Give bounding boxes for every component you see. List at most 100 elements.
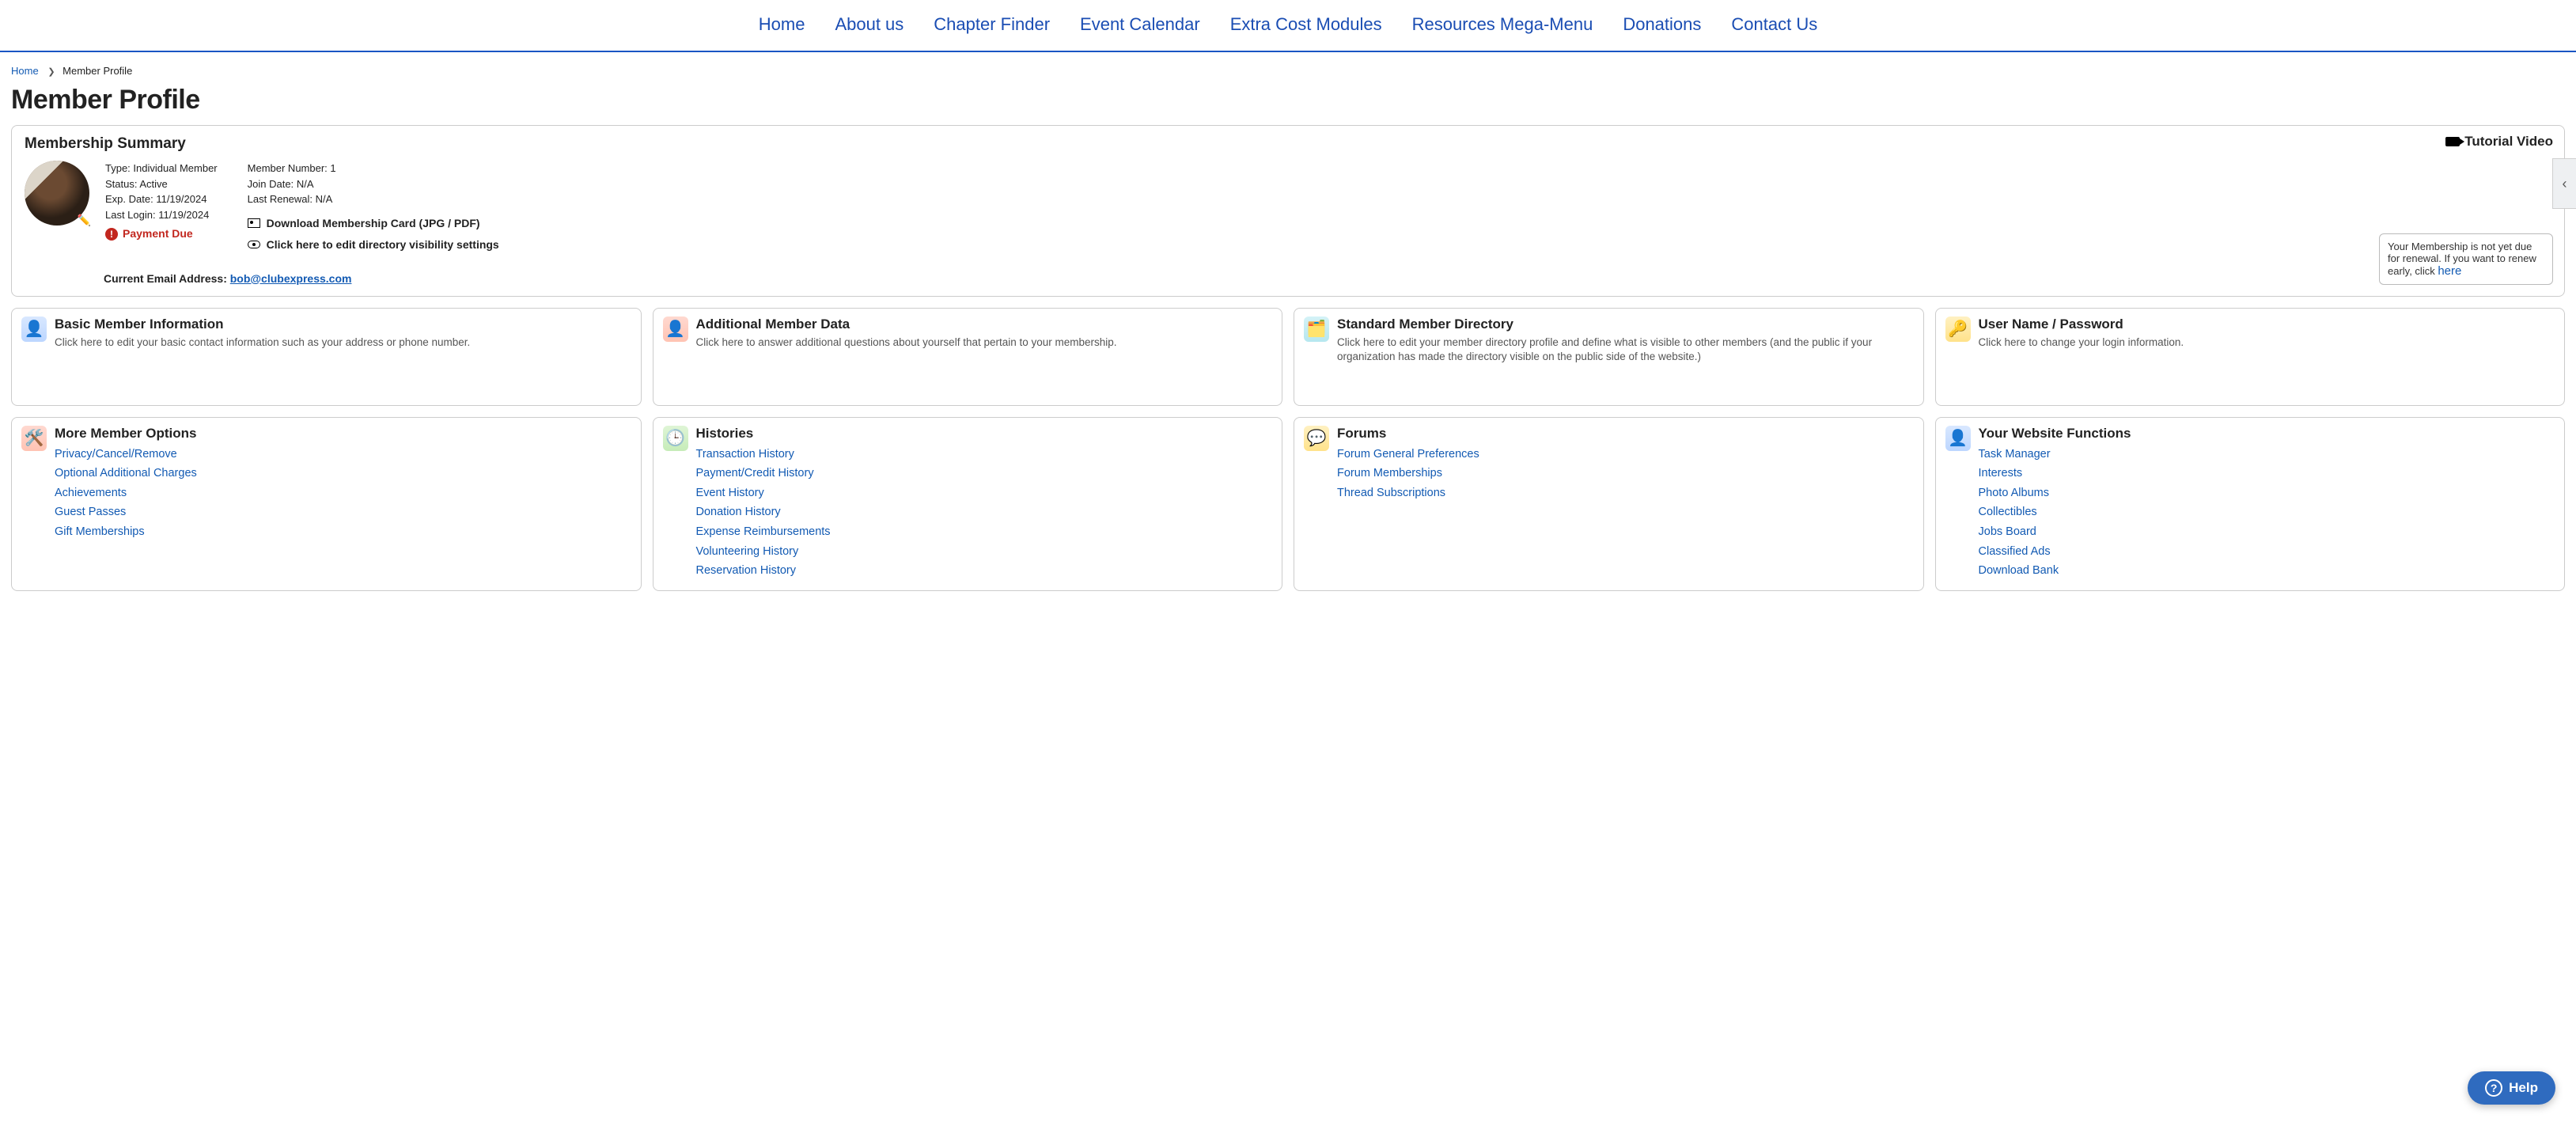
card-links: Forum General Preferences Forum Membersh… [1337,445,1914,503]
link-forum-memberships[interactable]: Forum Memberships [1337,467,1442,480]
card-title: Forums [1337,426,1914,442]
card-more-member-options: 🛠️ More Member Options Privacy/Cancel/Re… [11,417,642,591]
membership-summary-heading: Membership Summary [25,135,2551,153]
link-privacy-cancel-remove[interactable]: Privacy/Cancel/Remove [55,448,177,461]
visibility-settings-label: Click here to edit directory visibility … [267,237,499,253]
link-expense-reimbursements[interactable]: Expense Reimbursements [696,525,831,538]
nav-extra-cost[interactable]: Extra Cost Modules [1230,14,1382,35]
tutorial-video-link[interactable]: Tutorial Video [2445,134,2553,150]
nav-contact-us[interactable]: Contact Us [1731,14,1817,35]
last-login-value: 11/19/2024 [158,209,209,221]
last-renewal-label: Last Renewal: [248,193,313,205]
card-links: Task Manager Interests Photo Albums Coll… [1979,445,2555,581]
link-transaction-history[interactable]: Transaction History [696,448,794,461]
join-date-label: Join Date: [248,178,294,190]
link-jobs-board[interactable]: Jobs Board [1979,525,2036,538]
type-label: Type: [105,162,131,174]
page-title: Member Profile [11,85,2565,116]
email-link[interactable]: bob@clubexpress.com [230,272,352,285]
link-volunteering-history[interactable]: Volunteering History [696,545,799,558]
renew-message: Your Membership is not yet due for renew… [2388,241,2536,277]
type-value: Individual Member [133,162,217,174]
membership-summary-panel: Membership Summary Tutorial Video ✏️ Typ… [11,125,2565,297]
visibility-settings-link[interactable]: Click here to edit directory visibility … [248,237,499,253]
card-links: Privacy/Cancel/Remove Optional Additiona… [55,445,631,542]
directory-icon: 🗂️ [1304,317,1329,342]
current-email: Current Email Address: bob@clubexpress.c… [104,272,2551,285]
link-event-history[interactable]: Event History [696,487,764,499]
help-button[interactable]: ? Help [2468,1071,2555,1105]
key-icon: 🔑 [1945,317,1971,342]
exp-date-value: 11/19/2024 [156,193,206,205]
card-title: Histories [696,426,1273,442]
link-photo-albums[interactable]: Photo Albums [1979,487,2049,499]
link-payment-credit-history[interactable]: Payment/Credit History [696,467,814,480]
nav-chapter-finder[interactable]: Chapter Finder [934,14,1050,35]
last-login-label: Last Login: [105,209,156,221]
edit-pencil-icon[interactable]: ✏️ [78,214,91,227]
link-forum-general-preferences[interactable]: Forum General Preferences [1337,448,1479,461]
card-histories: 🕒 Histories Transaction History Payment/… [653,417,1283,591]
link-thread-subscriptions[interactable]: Thread Subscriptions [1337,487,1445,499]
person-card-icon: 👤 [21,317,47,342]
link-interests[interactable]: Interests [1979,467,2023,480]
top-nav: Home About us Chapter Finder Event Calen… [0,0,2576,52]
eye-icon [248,241,260,248]
card-desc: Click here to answer additional question… [696,335,1273,351]
nav-donations[interactable]: Donations [1623,14,1701,35]
last-renewal-value: N/A [316,193,333,205]
person-gear-icon: 👤 [1945,426,1971,451]
member-number-label: Member Number: [248,162,328,174]
card-username-password[interactable]: 🔑 User Name / Password Click here to cha… [1935,308,2566,406]
download-card-link[interactable]: Download Membership Card (JPG / PDF) [248,215,499,232]
card-desc: Click here to edit your basic contact in… [55,335,631,351]
payment-due-label: Payment Due [123,226,193,242]
nav-event-calendar[interactable]: Event Calendar [1080,14,1200,35]
card-basic-member-info[interactable]: 👤 Basic Member Information Click here to… [11,308,642,406]
link-donation-history[interactable]: Donation History [696,506,781,518]
link-task-manager[interactable]: Task Manager [1979,448,2051,461]
card-forums: 💬 Forums Forum General Preferences Forum… [1294,417,1924,591]
chevron-right-icon: ❯ [47,67,55,77]
link-gift-memberships[interactable]: Gift Memberships [55,525,145,538]
nav-resources[interactable]: Resources Mega-Menu [1412,14,1593,35]
clock-history-icon: 🕒 [663,426,688,451]
card-desc: Click here to change your login informat… [1979,335,2555,351]
card-member-directory[interactable]: 🗂️ Standard Member Directory Click here … [1294,308,1924,406]
link-classified-ads[interactable]: Classified Ads [1979,545,2051,558]
person-plus-icon: 👤 [663,317,688,342]
link-guest-passes[interactable]: Guest Passes [55,506,126,518]
link-download-bank[interactable]: Download Bank [1979,564,2059,577]
link-collectibles[interactable]: Collectibles [1979,506,2037,518]
breadcrumb-home[interactable]: Home [11,65,39,77]
card-additional-member-data[interactable]: 👤 Additional Member Data Click here to a… [653,308,1283,406]
payment-due-badge[interactable]: ! Payment Due [105,226,218,242]
join-date-value: N/A [297,178,314,190]
link-reservation-history[interactable]: Reservation History [696,564,797,577]
renew-here-link[interactable]: here [2438,264,2461,278]
chevron-left-icon: ‹ [2563,176,2567,192]
tutorial-video-label: Tutorial Video [2464,134,2553,150]
email-label: Current Email Address: [104,272,227,285]
alert-icon: ! [105,228,118,241]
right-drawer-toggle[interactable]: ‹ [2552,158,2576,209]
avatar[interactable]: ✏️ [25,161,89,226]
status-label: Status: [105,178,137,190]
video-icon [2445,137,2460,146]
card-title: Your Website Functions [1979,426,2555,442]
link-optional-additional-charges[interactable]: Optional Additional Charges [55,467,197,480]
nav-home[interactable]: Home [759,14,805,35]
card-website-functions: 👤 Your Website Functions Task Manager In… [1935,417,2566,591]
card-title: More Member Options [55,426,631,442]
nav-about-us[interactable]: About us [835,14,903,35]
card-title: User Name / Password [1979,317,2555,332]
chat-bubbles-icon: 💬 [1304,426,1329,451]
member-number-value: 1 [330,162,335,174]
gear-card-icon: 🛠️ [21,426,47,451]
card-title: Basic Member Information [55,317,631,332]
link-achievements[interactable]: Achievements [55,487,127,499]
download-card-label: Download Membership Card (JPG / PDF) [267,215,480,232]
help-icon: ? [2485,1079,2502,1097]
card-links: Transaction History Payment/Credit Histo… [696,445,1273,581]
card-grid-row2: 🛠️ More Member Options Privacy/Cancel/Re… [11,417,2565,591]
